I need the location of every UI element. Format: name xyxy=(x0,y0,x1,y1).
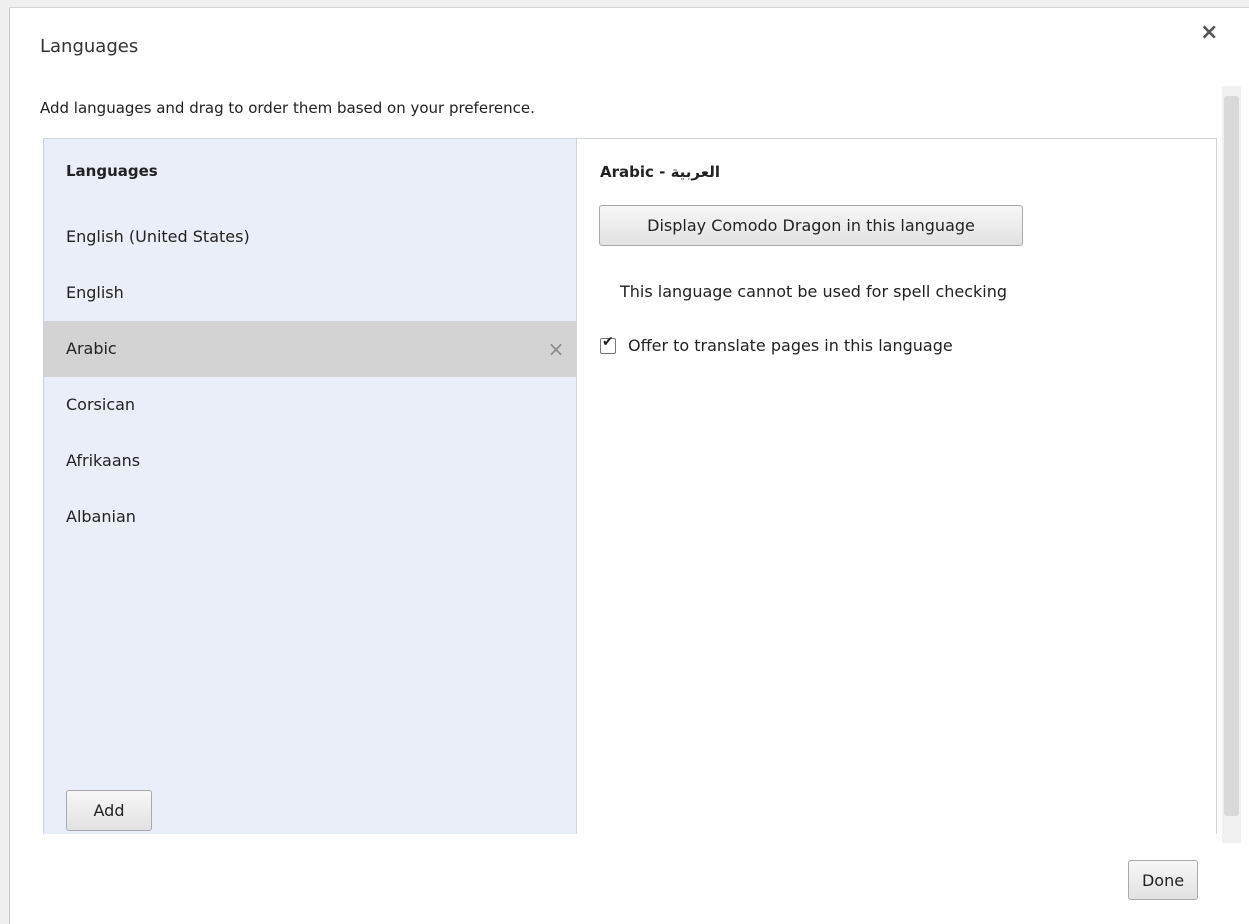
selected-language-title: Arabic - العربية xyxy=(600,163,721,181)
dialog-instructions: Add languages and drag to order them bas… xyxy=(40,99,535,117)
add-language-button[interactable]: Add xyxy=(66,790,152,831)
translate-checkbox[interactable]: ✔ xyxy=(600,334,616,354)
language-list-panel: Languages English (United States) Englis… xyxy=(44,139,577,834)
language-item-afrikaans[interactable]: Afrikaans xyxy=(44,433,576,489)
language-item-english[interactable]: English xyxy=(44,265,576,321)
translate-option: ✔ Offer to translate pages in this langu… xyxy=(600,334,953,355)
languages-dialog: Languages × Add languages and drag to or… xyxy=(9,7,1249,924)
translate-checkbox-label[interactable]: Offer to translate pages in this languag… xyxy=(628,336,953,355)
dialog-scrollbar[interactable] xyxy=(1222,86,1241,843)
language-item-label: English (United States) xyxy=(66,227,250,246)
language-item-english-us[interactable]: English (United States) xyxy=(44,209,576,265)
language-item-label: Corsican xyxy=(66,395,136,414)
language-item-label: English xyxy=(66,283,124,302)
dialog-title: Languages xyxy=(40,36,139,57)
language-item-corsican[interactable]: Corsican xyxy=(44,377,576,433)
display-in-language-button[interactable]: Display Comodo Dragon in this language xyxy=(599,205,1023,246)
checkmark-icon: ✔ xyxy=(602,333,614,350)
scrollbar-thumb[interactable] xyxy=(1224,96,1239,816)
language-item-albanian[interactable]: Albanian xyxy=(44,489,576,545)
spell-check-note: This language cannot be used for spell c… xyxy=(620,282,1008,301)
language-item-arabic[interactable]: Arabic × xyxy=(44,321,576,377)
language-item-label: Albanian xyxy=(66,507,136,526)
close-icon[interactable]: × xyxy=(1200,22,1218,44)
remove-language-icon[interactable]: × xyxy=(546,321,566,377)
language-list-header: Languages xyxy=(66,162,158,180)
language-item-label: Arabic xyxy=(66,339,117,358)
language-item-label: Afrikaans xyxy=(66,451,141,470)
language-panels: Languages English (United States) Englis… xyxy=(43,138,1217,834)
done-button[interactable]: Done xyxy=(1128,860,1198,900)
